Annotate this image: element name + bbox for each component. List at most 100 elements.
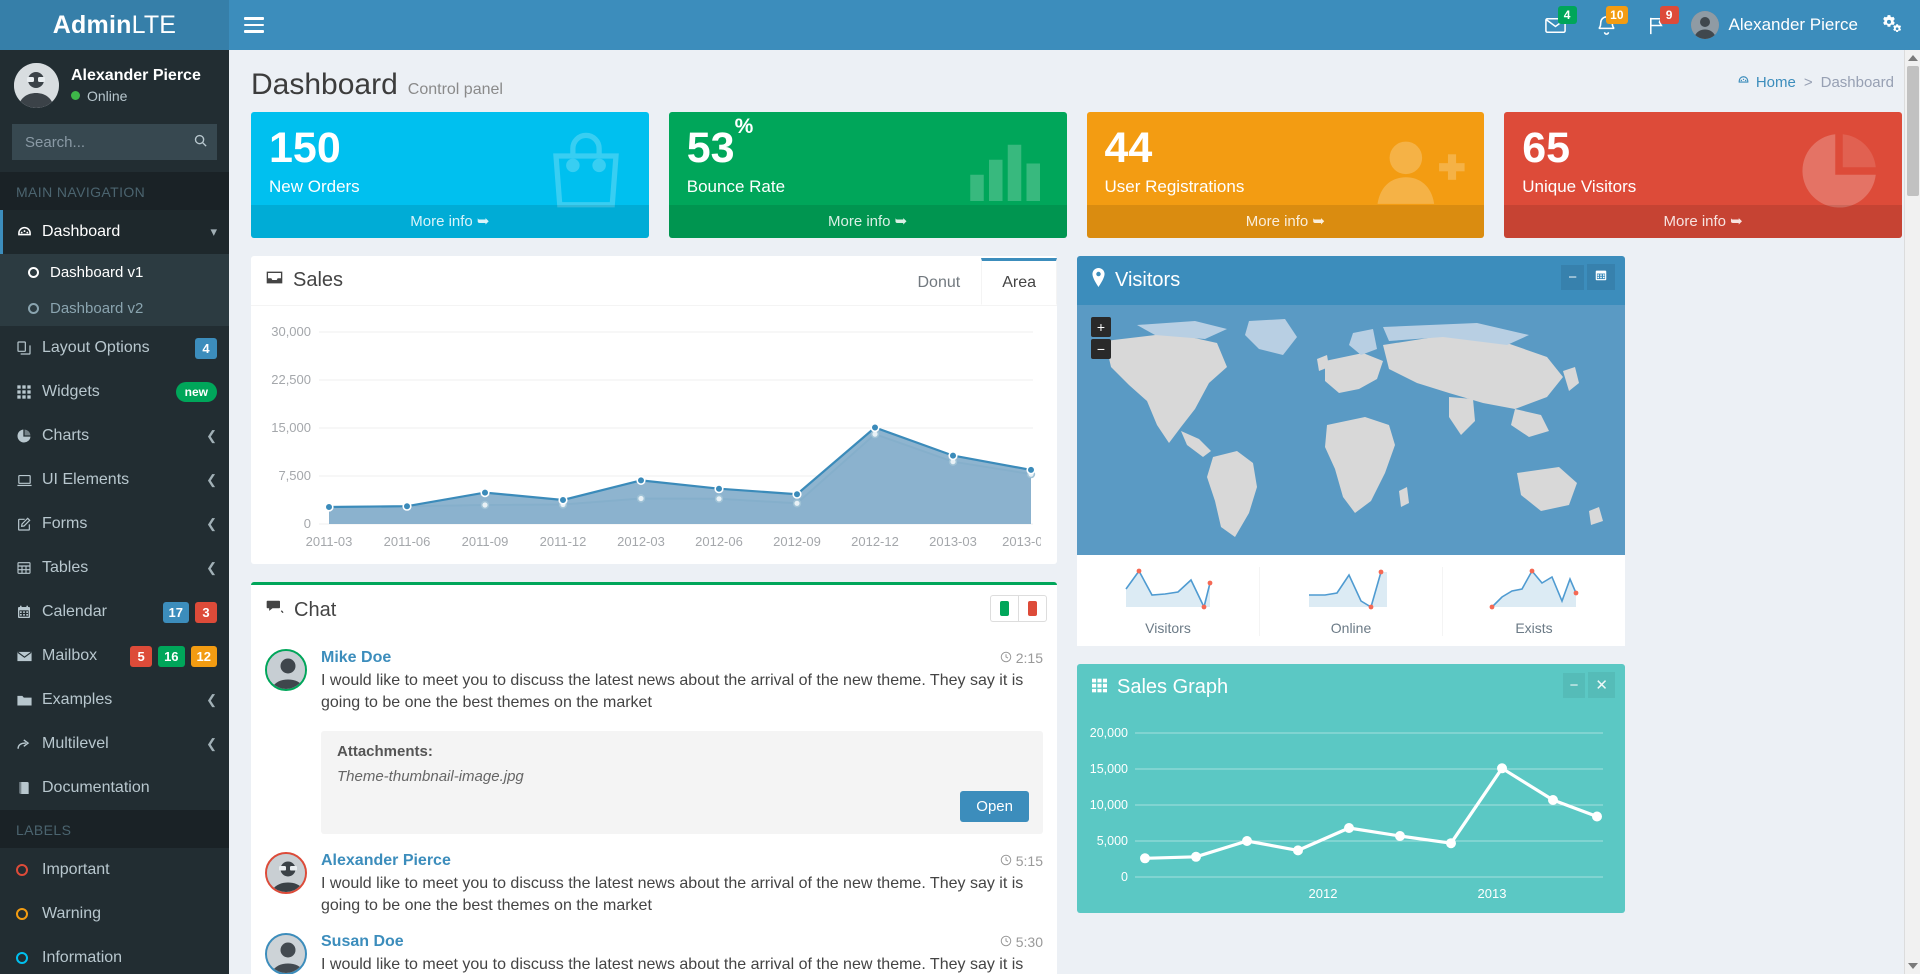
- sidebar-toggle-button[interactable]: [229, 0, 279, 50]
- chat-text: I would like to meet you to discuss the …: [321, 670, 1043, 713]
- stat-more-info-link[interactable]: More info ➥: [1504, 205, 1902, 238]
- stat-more-info-link[interactable]: More info ➥: [669, 205, 1067, 238]
- stat-card-body: 53% Bounce Rate: [669, 112, 1067, 205]
- sidebar-item-charts[interactable]: Charts ❮: [0, 414, 229, 458]
- breadcrumb-home[interactable]: Home: [1737, 74, 1796, 91]
- sidebar-label-warning[interactable]: Warning: [0, 892, 229, 936]
- minus-icon[interactable]: −: [1563, 673, 1586, 698]
- content-wrapper: Dashboard Control panel Home > Dashboard: [229, 50, 1920, 974]
- tab-area[interactable]: Area: [981, 258, 1057, 305]
- close-icon[interactable]: ✕: [1588, 672, 1615, 698]
- stat-more-info-link[interactable]: More info ➥: [251, 205, 649, 238]
- scroll-down-arrow-icon[interactable]: [1908, 963, 1918, 969]
- sales-box-header: Sales Donut Area: [251, 256, 1057, 306]
- map-zoom-in-button[interactable]: +: [1091, 317, 1111, 337]
- page-scrollbar[interactable]: [1904, 50, 1920, 974]
- scroll-up-arrow-icon[interactable]: [1908, 55, 1918, 61]
- svg-text:22,500: 22,500: [271, 372, 311, 387]
- sidebar-item-label: Tables: [42, 559, 206, 577]
- chevron-left-icon: ❮: [206, 516, 217, 532]
- sparkline-online: Online: [1260, 567, 1443, 636]
- breadcrumb-separator: >: [1804, 74, 1813, 91]
- visitors-box-tools: −: [1561, 264, 1615, 290]
- messages-menu[interactable]: 4: [1530, 0, 1581, 50]
- sidebar-item-badges: new: [176, 382, 217, 402]
- tasks-menu[interactable]: 9: [1632, 0, 1683, 50]
- stat-value: 53%: [687, 126, 1049, 171]
- sidebar-item-dashboard[interactable]: Dashboard ▾: [0, 210, 229, 254]
- chat-text: I would like to meet you to discuss the …: [321, 954, 1043, 974]
- sidebar-item-layout-options[interactable]: Layout Options 4: [0, 326, 229, 370]
- svg-text:15,000: 15,000: [271, 420, 311, 435]
- chat-text: I would like to meet you to discuss the …: [321, 873, 1043, 916]
- sidebar-item-badges: 5 16 12: [130, 646, 217, 667]
- sales-graph-chart[interactable]: 20,000 15,000 10,000 5,000 0: [1083, 717, 1611, 902]
- notifications-badge: 10: [1606, 6, 1627, 24]
- breadcrumb-current: Dashboard: [1821, 74, 1894, 91]
- sidebar-item-examples[interactable]: Examples ❮: [0, 678, 229, 722]
- chat-timestamp: 5:30: [1000, 934, 1043, 950]
- attachment-heading: Attachments:: [337, 743, 1029, 760]
- clock-icon: [1000, 853, 1012, 869]
- sidebar-item-mailbox[interactable]: Mailbox 5 16 12: [0, 634, 229, 678]
- world-map[interactable]: + −: [1077, 305, 1625, 555]
- tab-donut[interactable]: Donut: [897, 258, 982, 305]
- badge-new: new: [176, 382, 217, 402]
- scrollbar-thumb[interactable]: [1907, 66, 1919, 196]
- user-menu[interactable]: Alexander Pierce: [1683, 0, 1870, 50]
- left-sidebar: Alexander Pierce Online MAIN NAVIGATION: [0, 50, 229, 974]
- sidebar-main-nav-header: MAIN NAVIGATION: [0, 172, 229, 210]
- chat-author[interactable]: Alexander Pierce: [321, 852, 451, 870]
- sales-chart-body: 30,000 22,500 15,000 7,500 0: [251, 306, 1057, 564]
- chat-box: Chat: [251, 582, 1057, 974]
- svg-text:2012-09: 2012-09: [773, 534, 821, 549]
- sidebar-item-tables[interactable]: Tables ❮: [0, 546, 229, 590]
- stat-card-body: 65 Unique Visitors: [1504, 112, 1902, 205]
- sidebar-item-calendar[interactable]: Calendar 17 3: [0, 590, 229, 634]
- stat-card-body: 150 New Orders: [251, 112, 649, 205]
- sidebar-item-ui-elements[interactable]: UI Elements ❮: [0, 458, 229, 502]
- circle-icon: [28, 267, 39, 278]
- brand-logo[interactable]: AdminLTE: [0, 0, 229, 50]
- chat-author[interactable]: Susan Doe: [321, 933, 404, 951]
- open-attachment-button[interactable]: Open: [960, 791, 1029, 822]
- sidebar-item-widgets[interactable]: Widgets new: [0, 370, 229, 414]
- minus-icon[interactable]: −: [1561, 265, 1584, 290]
- sidebar-item-label: Examples: [42, 691, 206, 709]
- sparkline-label: Online: [1260, 620, 1442, 636]
- red-square-icon[interactable]: [1018, 595, 1047, 622]
- breadcrumb-home-label: Home: [1756, 74, 1796, 91]
- sidebar-label-important[interactable]: Important: [0, 848, 229, 892]
- sidebar-label-information[interactable]: Information: [0, 936, 229, 974]
- online-status-dot: [71, 91, 80, 100]
- calendar-icon[interactable]: [1587, 264, 1615, 290]
- map-zoom-out-button[interactable]: −: [1091, 339, 1111, 359]
- sales-area-chart[interactable]: 30,000 22,500 15,000 7,500 0: [261, 318, 1041, 553]
- search-button[interactable]: [183, 124, 217, 160]
- chat-message: Alexander Pierce 5:15 I woul: [265, 842, 1043, 922]
- laptop-icon: [16, 472, 42, 489]
- sidebar-subitem-dashboard-v1[interactable]: Dashboard v1: [0, 254, 229, 290]
- chat-author[interactable]: Mike Doe: [321, 649, 391, 667]
- sidebar-item-forms[interactable]: Forms ❮: [0, 502, 229, 546]
- stat-more-info-link[interactable]: More info ➥: [1087, 205, 1485, 238]
- settings-toggle[interactable]: [1870, 0, 1914, 50]
- chat-message-head: Mike Doe 2:15: [321, 649, 1043, 667]
- notifications-menu[interactable]: 10: [1581, 0, 1632, 50]
- chat-message-head: Alexander Pierce 5:15: [321, 852, 1043, 870]
- svg-text:0: 0: [304, 516, 311, 531]
- sales-chart-x-labels: 2011-032011-062011-09 2011-122012-032012…: [306, 534, 1041, 549]
- sales-box-tabs: Donut Area: [897, 258, 1058, 304]
- svg-text:2012-06: 2012-06: [695, 534, 743, 549]
- sparkline-visitors: Visitors: [1077, 567, 1260, 636]
- admin-dashboard-page: AdminLTE 4: [0, 0, 1920, 974]
- sidebar-item-multilevel[interactable]: Multilevel ❮: [0, 722, 229, 766]
- sidebar-subitem-dashboard-v2[interactable]: Dashboard v2: [0, 290, 229, 326]
- chat-timestamp: 5:15: [1000, 853, 1043, 869]
- green-square-icon[interactable]: [990, 595, 1018, 622]
- stat-label: Bounce Rate: [687, 177, 1049, 197]
- svg-text:2012-12: 2012-12: [851, 534, 899, 549]
- stat-value: 65: [1522, 126, 1884, 171]
- svg-text:10,000: 10,000: [1090, 798, 1128, 812]
- sidebar-item-documentation[interactable]: Documentation: [0, 766, 229, 810]
